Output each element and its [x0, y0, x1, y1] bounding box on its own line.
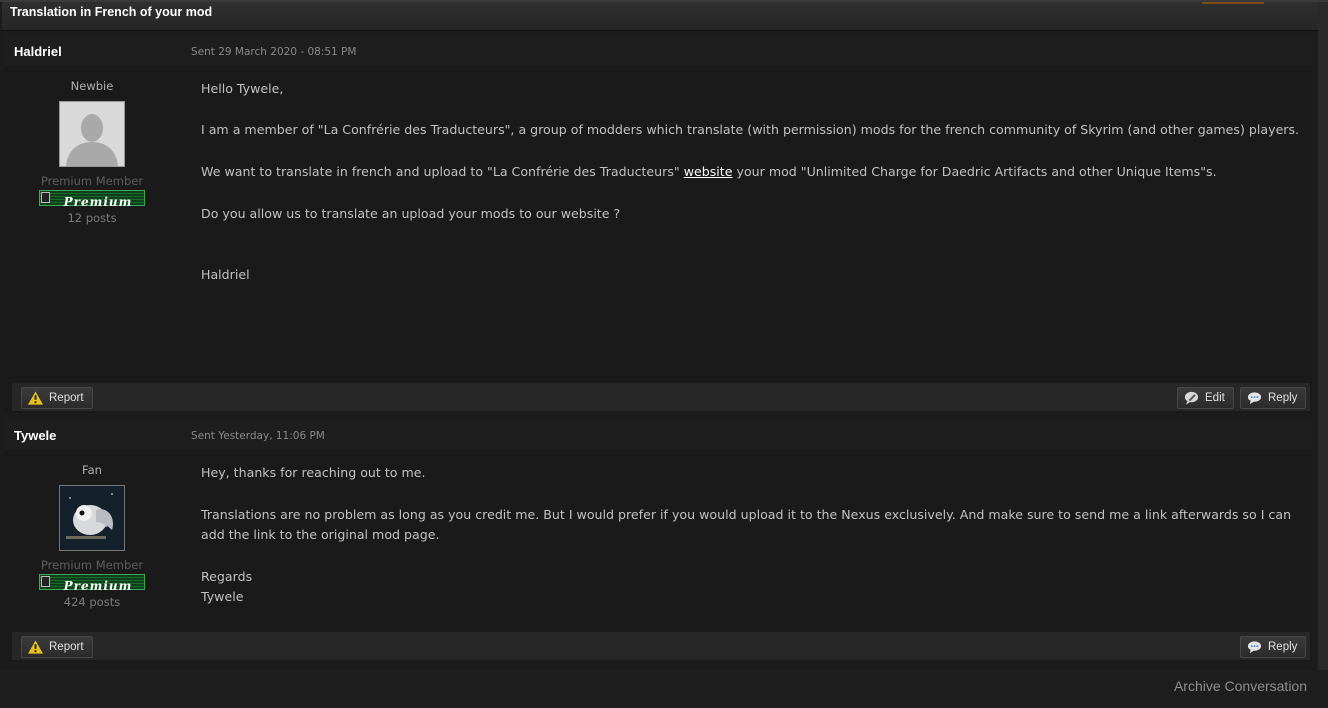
- paragraph-text: We want to translate in french and uploa…: [201, 164, 684, 179]
- header-accent: [1202, 2, 1264, 4]
- scroll-gutter: [1318, 2, 1328, 670]
- post-count: 12 posts: [67, 211, 117, 225]
- report-button[interactable]: Report: [21, 387, 93, 409]
- edit-icon: [1184, 391, 1199, 405]
- speech-bubble-icon: [1247, 641, 1262, 654]
- sent-date: Sent Yesterday, 11:06 PM: [191, 430, 325, 442]
- paragraph: I am a member of "La Confrérie des Tradu…: [201, 122, 1300, 137]
- badge-label: Premium: [63, 195, 133, 209]
- author-rank: Newbie: [70, 79, 114, 93]
- sent-date: Sent 29 March 2020 - 08:51 PM: [191, 46, 357, 58]
- message-toolbar: Report Edit Reply: [12, 383, 1310, 411]
- paragraph: Tywele: [201, 589, 244, 604]
- badge-chip-icon: [41, 192, 50, 203]
- author-name[interactable]: Haldriel: [14, 44, 62, 59]
- message-haldriel: Haldriel Sent 29 March 2020 - 08:51 PM N…: [4, 34, 1312, 413]
- paragraph: Do you allow us to translate an upload y…: [201, 206, 621, 221]
- message-header: Tywele Sent Yesterday, 11:06 PM: [4, 418, 1312, 450]
- message-header: Haldriel Sent 29 March 2020 - 08:51 PM: [4, 34, 1312, 66]
- author-rank: Fan: [82, 463, 102, 477]
- edit-button[interactable]: Edit: [1177, 387, 1234, 409]
- paragraph: Translations are no problem as long as y…: [201, 507, 1292, 542]
- message-body: Hello Tywele, I am a member of "La Confr…: [201, 79, 1309, 285]
- paragraph: Hello Tywele,: [201, 81, 284, 96]
- avatar[interactable]: [59, 485, 125, 551]
- badge-chip-icon: [41, 576, 50, 587]
- message-tywele: Tywele Sent Yesterday, 11:06 PM Fan Prem…: [4, 418, 1312, 662]
- paragraph: Regards: [201, 569, 253, 584]
- footer-band: [0, 670, 1328, 708]
- reply-label: Reply: [1268, 641, 1298, 653]
- conversation-title: Translation in French of your mod: [10, 5, 213, 19]
- owl-icon: [60, 486, 124, 550]
- reply-label: Reply: [1268, 392, 1298, 404]
- archive-conversation-link[interactable]: Archive Conversation: [1174, 678, 1307, 694]
- avatar[interactable]: [59, 101, 125, 167]
- speech-bubble-icon: [1247, 392, 1262, 405]
- reply-button[interactable]: Reply: [1240, 636, 1307, 658]
- message-toolbar: Report Reply: [12, 632, 1310, 660]
- report-label: Report: [49, 641, 84, 653]
- reply-button[interactable]: Reply: [1240, 387, 1307, 409]
- badge-label: Premium: [63, 579, 133, 593]
- warning-icon: [28, 391, 43, 405]
- warning-icon: [28, 640, 43, 654]
- post-count: 424 posts: [63, 595, 121, 609]
- report-label: Report: [49, 392, 84, 404]
- paragraph: Hey, thanks for reaching out to me.: [201, 465, 426, 480]
- member-group: Premium Member: [40, 558, 144, 572]
- premium-badge: Premium: [39, 574, 145, 593]
- author-info: Fan Premium Member Premium 424 posts: [8, 463, 176, 609]
- paragraph: We want to translate in french and uploa…: [201, 162, 1309, 182]
- signature: Haldriel: [201, 267, 250, 282]
- conversation-header: Translation in French of your mod: [2, 2, 1318, 31]
- edit-label: Edit: [1205, 392, 1225, 404]
- premium-badge: Premium: [39, 190, 145, 209]
- report-button[interactable]: Report: [21, 636, 93, 658]
- member-group: Premium Member: [40, 174, 144, 188]
- author-name[interactable]: Tywele: [14, 428, 56, 443]
- author-info: Newbie Premium Member Premium 12 posts: [8, 79, 176, 225]
- message-body: Hey, thanks for reaching out to me. Tran…: [201, 463, 1309, 607]
- default-user-icon: [60, 102, 124, 166]
- website-link[interactable]: website: [684, 164, 733, 179]
- paragraph-text: your mod "Unlimited Charge for Daedric A…: [732, 164, 1217, 179]
